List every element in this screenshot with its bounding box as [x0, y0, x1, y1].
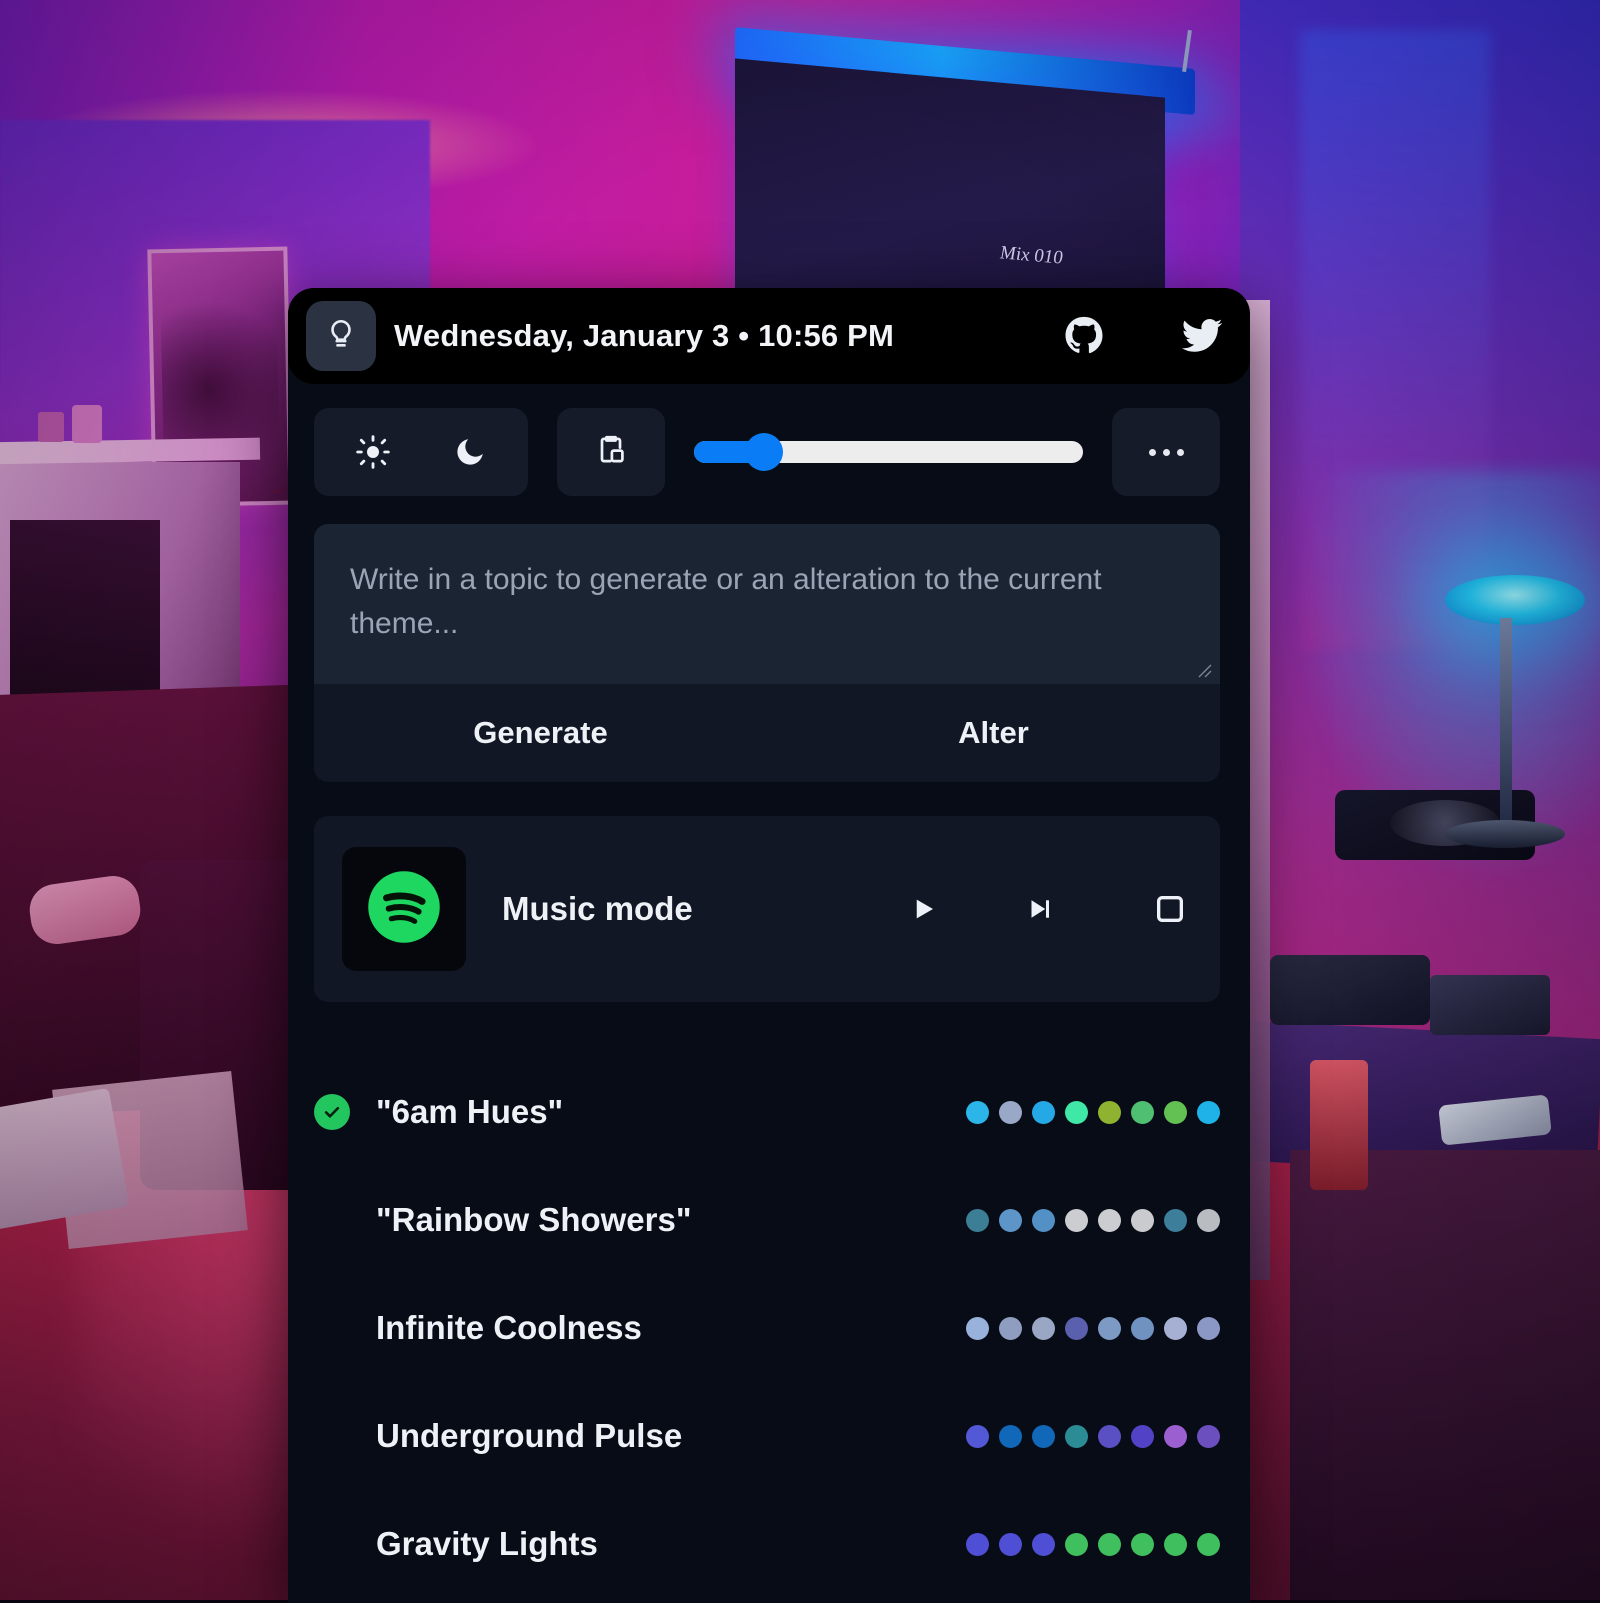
play-button[interactable]: [908, 892, 938, 926]
theme-row[interactable]: Underground Pulse: [288, 1382, 1250, 1490]
lightbulb-icon: [324, 317, 358, 356]
theme-prompt-card: Write in a topic to generate or an alter…: [314, 524, 1220, 782]
theme-list: "6am Hues" "Rainbow Showers" Infinite Cool…: [288, 1002, 1250, 1598]
copy-theme-button[interactable]: [557, 408, 665, 496]
color-swatch: [999, 1533, 1022, 1556]
color-swatch: [1131, 1533, 1154, 1556]
more-options-button[interactable]: [1112, 408, 1220, 496]
color-swatch: [1131, 1425, 1154, 1448]
app-logo-tile[interactable]: [306, 301, 376, 371]
music-mode-card[interactable]: Music mode: [314, 816, 1220, 1002]
light-mode-group: [314, 408, 528, 496]
color-swatch: [1164, 1101, 1187, 1124]
theme-swatches: [966, 1317, 1220, 1340]
color-swatch: [1065, 1101, 1088, 1124]
theme-swatches: [966, 1209, 1220, 1232]
theme-row[interactable]: Infinite Coolness: [288, 1274, 1250, 1382]
color-swatch: [1065, 1533, 1088, 1556]
smart-light-control-panel: Wednesday, January 3 • 10:56 PM: [288, 288, 1250, 1603]
theme-row[interactable]: "Rainbow Showers": [288, 1166, 1250, 1274]
sun-icon[interactable]: [355, 434, 391, 470]
brightness-slider-wrap: [694, 408, 1083, 496]
brightness-slider[interactable]: [694, 441, 1083, 463]
color-swatch: [1065, 1209, 1088, 1232]
color-swatch: [1197, 1209, 1220, 1232]
color-swatch: [1164, 1209, 1187, 1232]
quick-controls-toolbar: [288, 384, 1250, 496]
spotify-icon: [365, 868, 443, 951]
color-swatch: [966, 1209, 989, 1232]
color-swatch: [1032, 1209, 1055, 1232]
color-swatch: [966, 1317, 989, 1340]
color-swatch: [999, 1101, 1022, 1124]
color-swatch: [1131, 1209, 1154, 1232]
theme-swatches: [966, 1425, 1220, 1448]
prompt-actions: Generate Alter: [314, 684, 1220, 782]
color-swatch: [1098, 1533, 1121, 1556]
theme-name: "Rainbow Showers": [376, 1201, 692, 1239]
theme-swatches: [966, 1533, 1220, 1556]
color-swatch: [1032, 1317, 1055, 1340]
color-swatch: [1098, 1209, 1121, 1232]
color-swatch: [1197, 1101, 1220, 1124]
generate-button[interactable]: Generate: [314, 715, 767, 751]
color-swatch: [1164, 1317, 1187, 1340]
color-swatch: [1131, 1101, 1154, 1124]
color-swatch: [1098, 1317, 1121, 1340]
color-swatch: [1197, 1425, 1220, 1448]
theme-name: Infinite Coolness: [376, 1309, 642, 1347]
alter-button[interactable]: Alter: [767, 715, 1220, 751]
twitter-icon[interactable]: [1180, 314, 1224, 358]
active-check-icon: [314, 1094, 350, 1130]
spotify-logo-tile: [342, 847, 466, 971]
color-swatch: [966, 1425, 989, 1448]
theme-row[interactable]: "6am Hues": [288, 1058, 1250, 1166]
theme-swatches: [966, 1101, 1220, 1124]
page-title: Wednesday, January 3 • 10:56 PM: [394, 318, 894, 354]
prompt-textarea[interactable]: Write in a topic to generate or an alter…: [314, 524, 1220, 684]
resize-grip-icon[interactable]: [1194, 660, 1212, 678]
theme-name: "6am Hues": [376, 1093, 563, 1131]
stop-square-icon[interactable]: [1150, 889, 1190, 929]
color-swatch: [1032, 1533, 1055, 1556]
color-swatch: [1131, 1317, 1154, 1340]
music-mode-label: Music mode: [502, 890, 693, 928]
color-swatch: [1164, 1425, 1187, 1448]
panel-header: Wednesday, January 3 • 10:56 PM: [288, 288, 1250, 384]
github-icon[interactable]: [1064, 316, 1104, 356]
color-swatch: [1065, 1317, 1088, 1340]
color-swatch: [966, 1101, 989, 1124]
color-swatch: [1098, 1101, 1121, 1124]
color-swatch: [1197, 1317, 1220, 1340]
color-swatch: [1164, 1533, 1187, 1556]
theme-name: Underground Pulse: [376, 1417, 682, 1455]
color-swatch: [1065, 1425, 1088, 1448]
color-swatch: [1032, 1101, 1055, 1124]
color-swatch: [966, 1533, 989, 1556]
brightness-slider-thumb[interactable]: [745, 433, 783, 471]
moon-icon[interactable]: [453, 435, 487, 469]
color-swatch: [999, 1209, 1022, 1232]
color-swatch: [999, 1425, 1022, 1448]
color-swatch: [1098, 1425, 1121, 1448]
color-swatch: [1032, 1425, 1055, 1448]
color-swatch: [999, 1317, 1022, 1340]
skip-next-button[interactable]: [1024, 892, 1054, 926]
clipboard-paste-icon: [593, 432, 629, 473]
color-swatch: [1197, 1533, 1220, 1556]
ellipsis-icon: [1149, 449, 1184, 456]
theme-row[interactable]: Gravity Lights: [288, 1490, 1250, 1598]
prompt-placeholder: Write in a topic to generate or an alter…: [350, 558, 1184, 646]
theme-name: Gravity Lights: [376, 1525, 598, 1563]
